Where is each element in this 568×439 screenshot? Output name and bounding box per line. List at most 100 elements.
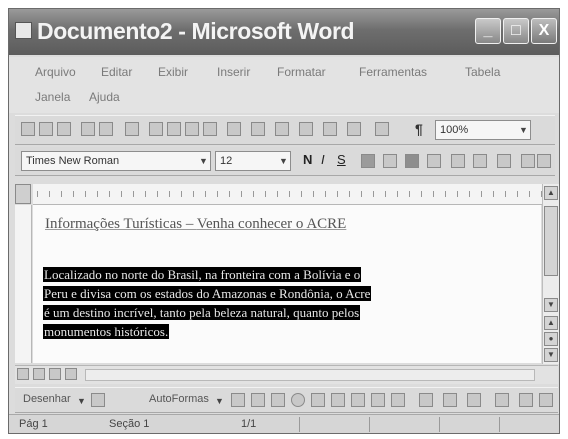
selected-paragraph[interactable]: Localizado no norte do Brasil, na fronte… (43, 265, 543, 341)
paragraph-line: Peru e divisa com os estados do Amazonas… (43, 286, 372, 301)
save-icon[interactable] (57, 122, 71, 136)
font-name-select[interactable]: Times New Roman (21, 151, 211, 171)
underline-button[interactable]: S (337, 152, 346, 167)
align-right-icon[interactable] (405, 154, 419, 168)
menu-inserir[interactable]: Inserir (217, 65, 250, 79)
horizontal-scrollbar[interactable] (85, 369, 535, 381)
maximize-button[interactable]: □ (503, 18, 529, 44)
close-button[interactable]: X (531, 18, 557, 44)
zoom-dropdown-icon[interactable]: ▼ (519, 125, 528, 135)
align-left-icon[interactable] (361, 154, 375, 168)
minimize-button[interactable]: _ (475, 18, 501, 44)
font-size-value: 12 (220, 155, 233, 167)
standard-toolbar: ¶ 100% ▼ (15, 115, 555, 145)
tab-selector[interactable] (15, 184, 31, 204)
fill-color-icon[interactable] (419, 393, 433, 407)
paste-icon[interactable] (185, 122, 199, 136)
previous-page-icon[interactable]: ▲ (544, 316, 558, 330)
menu-formatar[interactable]: Formatar (277, 65, 326, 79)
ruler-ticks (37, 191, 545, 197)
window-title: Documento2 - Microsoft Word (37, 18, 355, 44)
draw-menu-button[interactable]: Desenhar (23, 393, 71, 405)
status-bar: Pág 1 Seção 1 1/1 (9, 414, 559, 433)
scroll-up-icon[interactable]: ▲ (544, 186, 558, 200)
justify-icon[interactable] (427, 154, 441, 168)
show-formatting-icon[interactable]: ¶ (415, 121, 423, 137)
cut-icon[interactable] (149, 122, 163, 136)
highlight-icon[interactable] (521, 154, 535, 168)
scroll-thumb[interactable] (544, 206, 558, 276)
border-icon[interactable] (497, 154, 511, 168)
autoshapes-dropdown-icon[interactable]: ▼ (215, 396, 224, 406)
title-bar[interactable]: Documento2 - Microsoft Word _ □ X (9, 9, 559, 55)
table-icon[interactable] (299, 122, 313, 136)
open-folder-icon[interactable] (39, 122, 53, 136)
new-document-icon[interactable] (21, 122, 35, 136)
vertical-ruler (15, 205, 32, 363)
draw-dropdown-icon[interactable]: ▼ (77, 396, 86, 406)
select-browse-object-icon[interactable]: ● (544, 332, 558, 346)
scroll-down-icon[interactable]: ▼ (544, 298, 558, 312)
columns-icon[interactable] (323, 122, 337, 136)
word-app-icon[interactable] (15, 22, 32, 39)
diagram-icon[interactable] (351, 393, 365, 407)
italic-button[interactable]: I (321, 152, 325, 167)
oval-icon[interactable] (291, 393, 305, 407)
menu-ajuda[interactable]: Ajuda (89, 90, 120, 104)
normal-view-icon[interactable] (17, 368, 29, 380)
menu-editar[interactable]: Editar (101, 65, 132, 79)
horizontal-ruler[interactable] (33, 184, 549, 205)
copy-icon[interactable] (167, 122, 181, 136)
font-color-icon[interactable] (537, 154, 551, 168)
spelling-icon[interactable] (125, 122, 139, 136)
next-page-icon[interactable]: ▼ (544, 348, 558, 362)
bold-button[interactable]: N (303, 152, 312, 167)
font-name-value: Times New Roman (26, 155, 120, 167)
picture-icon[interactable] (391, 393, 405, 407)
menu-ferramentas[interactable]: Ferramentas (359, 65, 427, 79)
hyperlink-icon[interactable] (275, 122, 289, 136)
print-preview-icon[interactable] (99, 122, 113, 136)
font-color-draw-icon[interactable] (467, 393, 481, 407)
menu-arquivo[interactable]: Arquivo (35, 65, 76, 79)
autoshapes-button[interactable]: AutoFormas (149, 393, 209, 405)
document-map-icon[interactable] (375, 122, 389, 136)
line-color-icon[interactable] (443, 393, 457, 407)
status-page: Pág 1 (19, 418, 48, 430)
drawing-icon[interactable] (347, 122, 361, 136)
zoom-select[interactable]: 100% (435, 120, 531, 140)
menu-exibir[interactable]: Exibir (158, 65, 188, 79)
line-icon[interactable] (231, 393, 245, 407)
vertical-scrollbar[interactable]: ▲ ▼ ▲ ● ▼ (542, 184, 559, 364)
document-heading: Informações Turísticas – Venha conhecer … (45, 216, 346, 233)
heading-link[interactable]: Venha conhecer o ACRE (197, 216, 347, 232)
select-objects-icon[interactable] (91, 393, 105, 407)
align-center-icon[interactable] (383, 154, 397, 168)
view-bar (15, 365, 558, 384)
dash-style-icon[interactable] (519, 393, 533, 407)
arrow-icon[interactable] (251, 393, 265, 407)
menu-tabela[interactable]: Tabela (465, 65, 500, 79)
undo-icon[interactable] (227, 122, 241, 136)
outline-view-icon[interactable] (65, 368, 77, 380)
font-dropdown-icon[interactable]: ▼ (199, 156, 208, 166)
bullets-icon[interactable] (473, 154, 487, 168)
zoom-value: 100% (440, 124, 469, 136)
clip-art-icon[interactable] (371, 393, 385, 407)
web-layout-icon[interactable] (33, 368, 45, 380)
text-box-icon[interactable] (311, 393, 325, 407)
status-section: Seção 1 (109, 418, 150, 430)
document-page[interactable]: Informações Turísticas – Venha conhecer … (33, 205, 541, 363)
line-style-icon[interactable] (495, 393, 509, 407)
size-dropdown-icon[interactable]: ▼ (279, 156, 288, 166)
wordart-icon[interactable] (331, 393, 345, 407)
word-window: Documento2 - Microsoft Word _ □ X Arquiv… (8, 8, 560, 434)
redo-icon[interactable] (251, 122, 265, 136)
numbering-icon[interactable] (451, 154, 465, 168)
print-icon[interactable] (81, 122, 95, 136)
rectangle-icon[interactable] (271, 393, 285, 407)
format-painter-icon[interactable] (203, 122, 217, 136)
print-layout-icon[interactable] (49, 368, 61, 380)
menu-janela[interactable]: Janela (35, 90, 70, 104)
shadow-style-icon[interactable] (539, 393, 553, 407)
